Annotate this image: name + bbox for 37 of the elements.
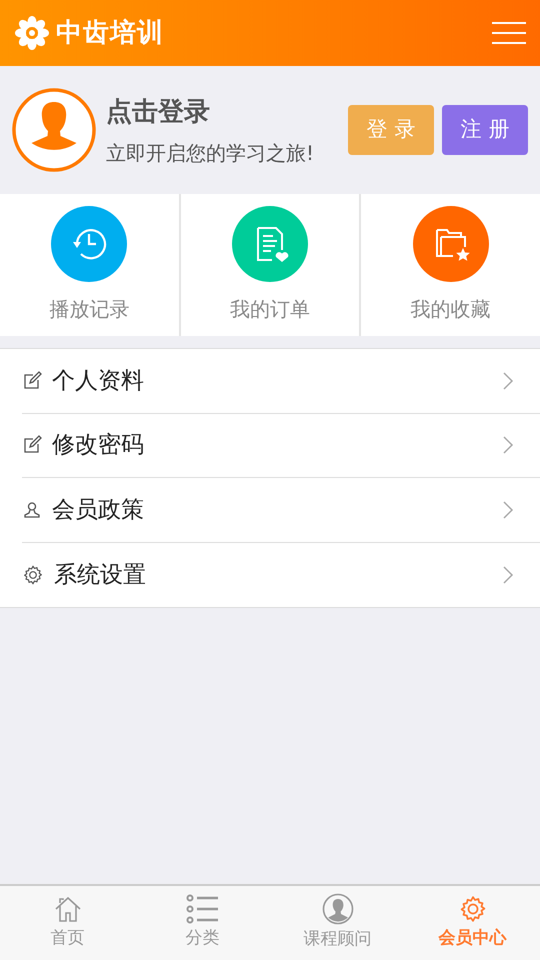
menu-button[interactable] [492, 20, 526, 46]
menu-item[interactable]: 会员政策 [22, 478, 540, 542]
avatar-icon[interactable] [12, 88, 96, 172]
register-button[interactable]: 注 册 [442, 105, 528, 155]
shortcut-tile[interactable]: 我的收藏 [361, 194, 540, 336]
chevron-right-icon [502, 564, 514, 585]
tab-item[interactable]: 课程顾问 [270, 886, 405, 960]
menu-item[interactable]: 个人资料 [22, 349, 540, 414]
tab-item[interactable]: 首页 [0, 886, 135, 960]
menu-item-label: 系统设置 [54, 560, 146, 590]
menu-item-label: 会员政策 [52, 496, 144, 524]
chevron-right-icon [502, 435, 514, 456]
home-icon [52, 894, 82, 924]
shortcut-tile[interactable]: 我的订单 [180, 194, 360, 336]
login-prompt-subtitle: 立即开启您的学习之旅! [106, 140, 314, 166]
menu-item[interactable]: 系统设置 [22, 542, 540, 607]
login-prompt-title[interactable]: 点击登录 [106, 92, 314, 132]
flower-logo-icon [14, 15, 50, 51]
edit-icon [22, 370, 42, 391]
menu-item-label: 修改密码 [52, 431, 144, 460]
list-icon [186, 894, 220, 924]
shortcut-label: 我的订单 [230, 296, 310, 323]
chevron-right-icon [502, 370, 514, 391]
shortcut-label: 播放记录 [49, 296, 130, 323]
chevron-right-icon [502, 500, 514, 520]
shortcut-tile[interactable]: 播放记录 [0, 194, 179, 336]
menu-item-label: 个人资料 [52, 366, 144, 396]
settings-icon [22, 564, 44, 586]
logo-text: 中齿培训 [56, 16, 164, 50]
tab-item[interactable]: 分类 [135, 886, 270, 960]
login-button[interactable]: 登 录 [348, 105, 434, 155]
tab-item[interactable]: 会员中心 [405, 886, 540, 960]
user-icon [22, 500, 42, 520]
shortcut-label: 我的收藏 [410, 296, 491, 323]
menu-item[interactable]: 修改密码 [22, 414, 540, 478]
edit-icon [22, 435, 42, 456]
person-icon [322, 893, 354, 926]
